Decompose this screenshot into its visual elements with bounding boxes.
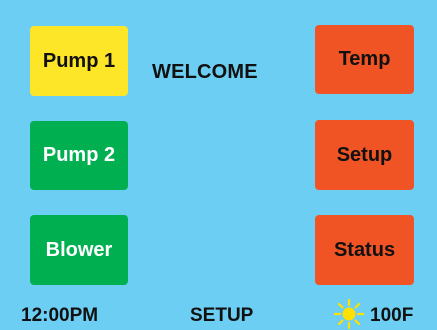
sun-icon [334, 299, 364, 329]
clock-time: 12:00PM [21, 305, 99, 326]
temp-button[interactable]: Temp [315, 25, 414, 94]
pump-2-button[interactable]: Pump 2 [30, 121, 128, 190]
control-panel-screen: Pump 1 Pump 2 Blower WELCOME Temp Setup … [0, 0, 437, 330]
status-button[interactable]: Status [315, 215, 414, 285]
temperature-reading: 100F [370, 305, 414, 326]
blower-button[interactable]: Blower [30, 215, 128, 285]
pump-1-button[interactable]: Pump 1 [30, 26, 128, 96]
mode-label: SETUP [190, 305, 254, 326]
welcome-title: WELCOME [152, 61, 258, 83]
setup-button[interactable]: Setup [315, 120, 414, 190]
status-bar: 12:00PM SETUP 100F [0, 299, 437, 330]
